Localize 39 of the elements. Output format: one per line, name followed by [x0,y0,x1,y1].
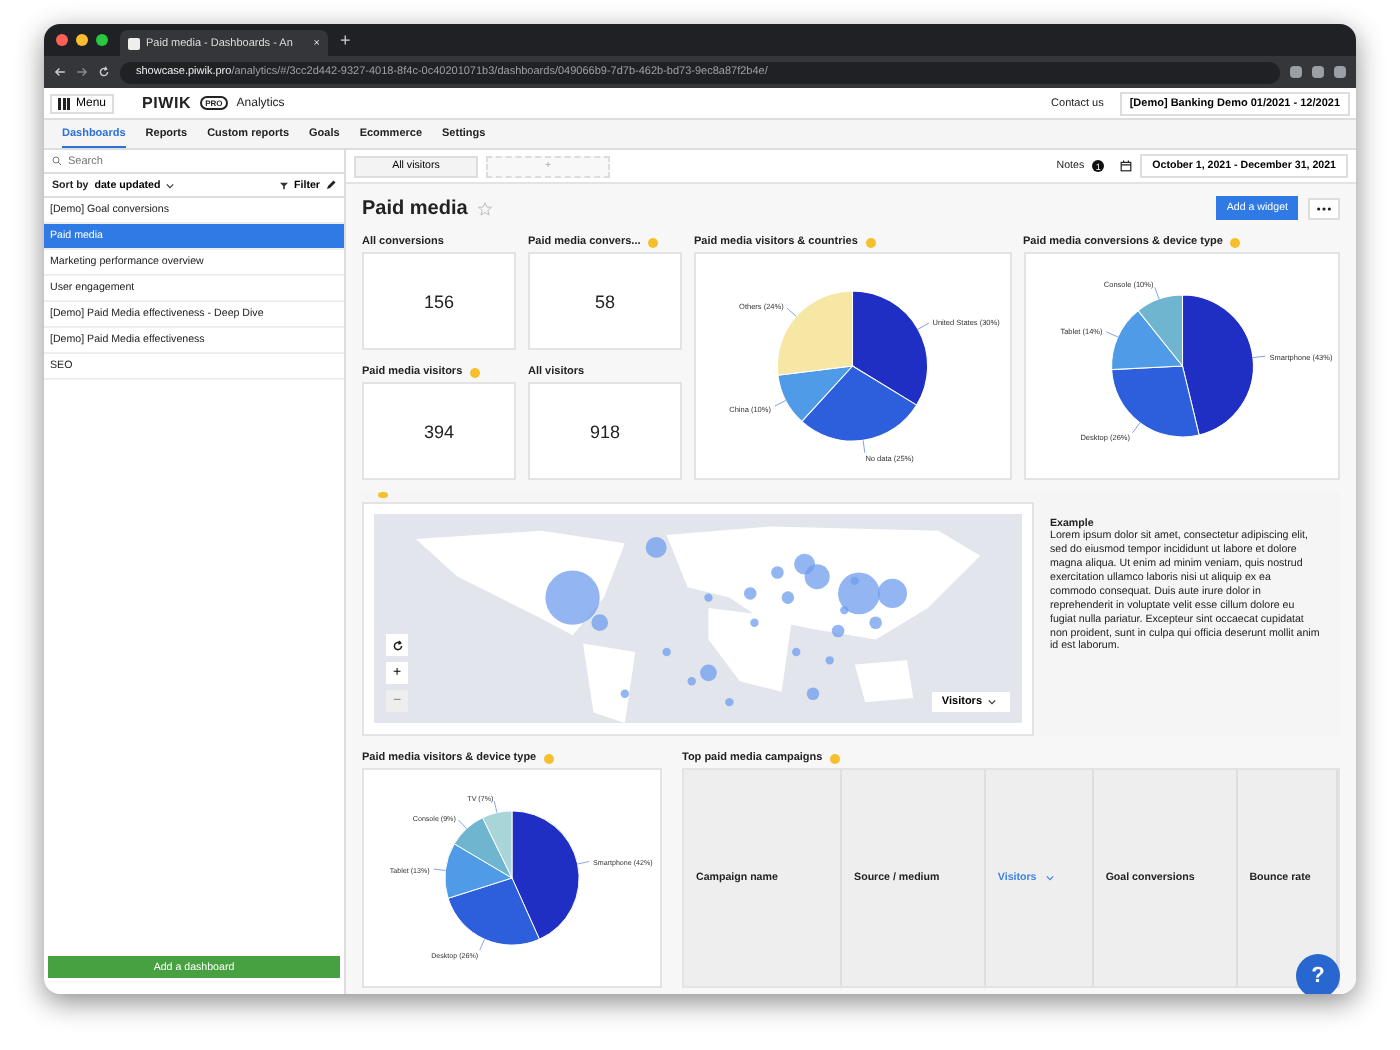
star-icon[interactable] [477,201,492,215]
logo-text: PIWIK [142,94,192,112]
back-icon[interactable] [54,66,66,78]
close-light-icon[interactable] [56,34,68,46]
search-icon [52,156,62,166]
metric-value: 156 [423,291,455,311]
leader-line [917,322,930,330]
new-tab-button[interactable]: + [340,30,351,50]
leader-line [1251,355,1265,359]
chevron-down-icon [166,181,175,189]
reload-icon[interactable] [98,66,110,78]
dashboard-title: Paid media [362,197,468,219]
leader-line [1104,331,1118,338]
favicon-icon [128,37,140,49]
pencil-icon[interactable] [326,180,336,190]
leader-line [1153,286,1159,300]
filter-icon [280,181,289,189]
minimize-light-icon[interactable] [76,34,88,46]
metric-value: 918 [589,421,621,441]
leader-line [1131,422,1140,434]
zoom-light-icon[interactable] [96,34,108,46]
leader-line [479,938,485,951]
leader-line [862,439,866,454]
metric-value: 394 [423,421,455,441]
more-button[interactable] [1308,197,1340,219]
chevron-down-icon [988,698,996,706]
metric-value: 58 [594,291,615,311]
leader-line [458,819,467,830]
leader-line [493,800,498,813]
leader-line [577,861,590,865]
more-icon [1316,205,1332,211]
leader-line [786,307,797,317]
reset-icon [391,639,403,651]
calendar-icon[interactable] [1120,160,1133,172]
reset-button[interactable] [386,634,408,656]
leader-line [433,868,446,871]
leader-line [774,400,787,407]
grid-icon [58,97,70,109]
forward-icon[interactable] [76,66,88,78]
